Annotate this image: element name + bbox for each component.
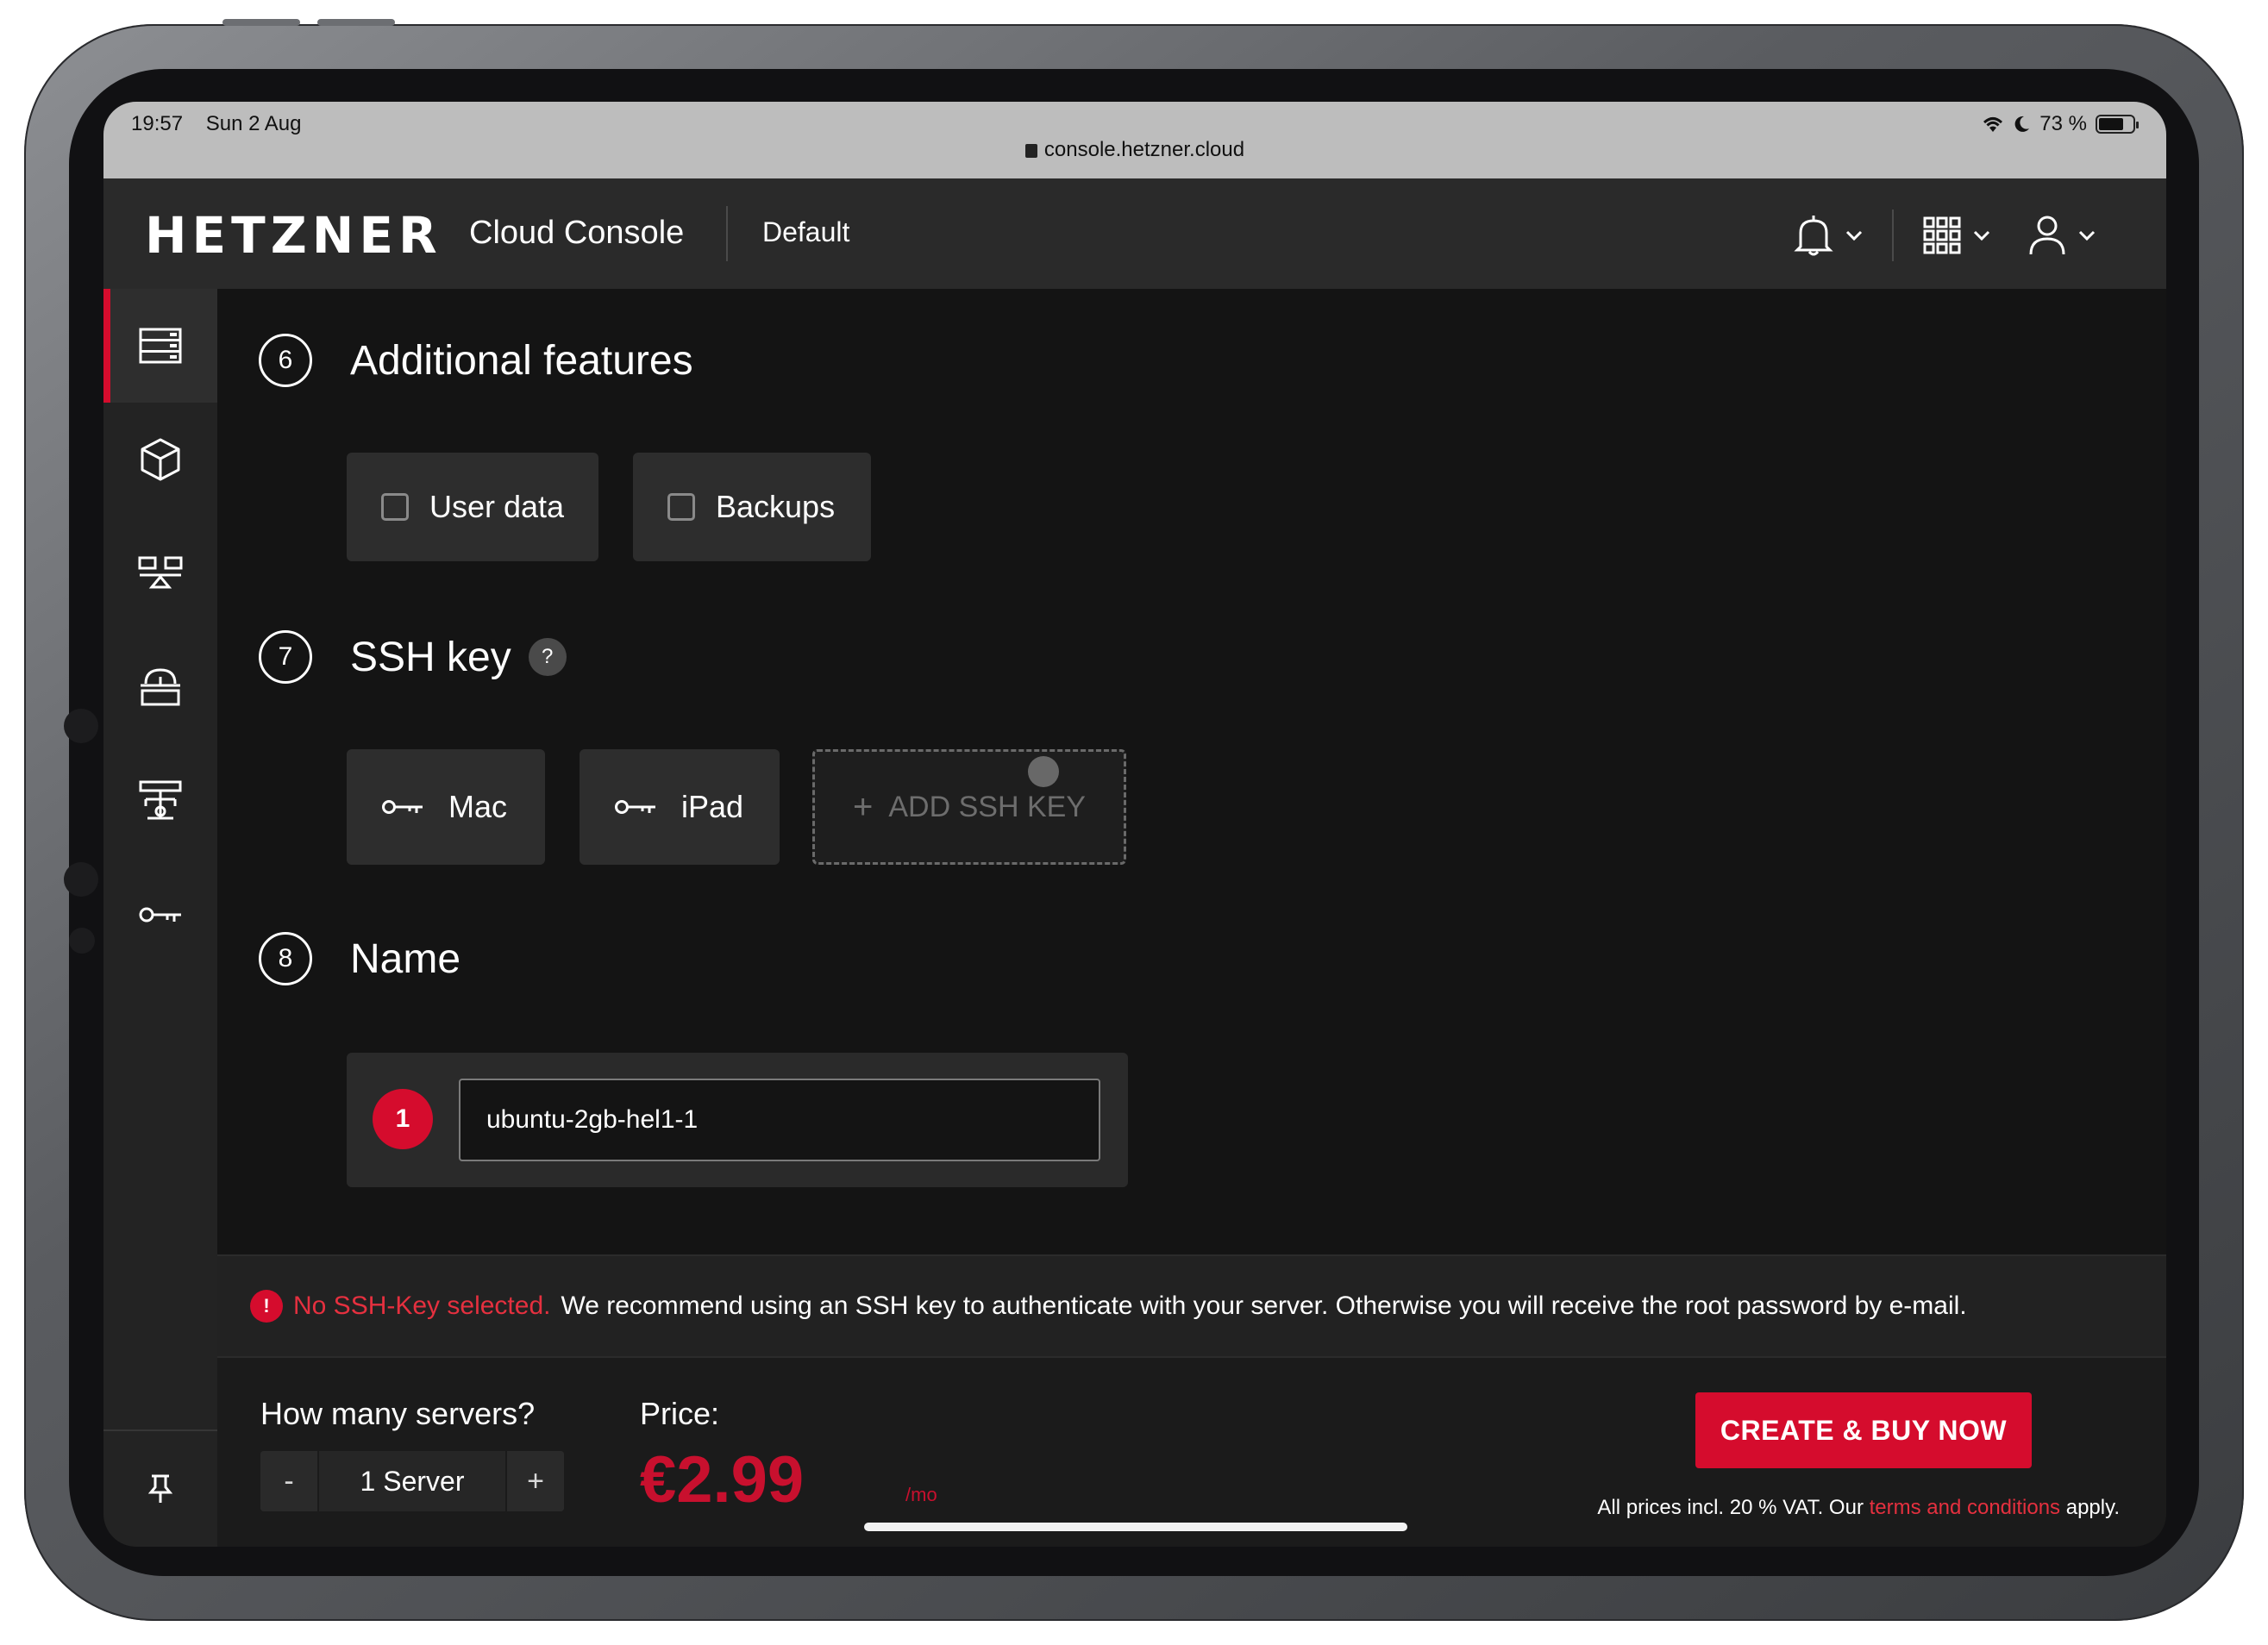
network-icon: [139, 780, 182, 820]
volume-button-top: [222, 19, 300, 26]
apps-menu-button[interactable]: [1904, 211, 2009, 260]
chevron-down-icon: [2078, 230, 2096, 241]
header-actions: [1775, 210, 2115, 261]
ssh-key-mac[interactable]: Mac: [347, 749, 545, 865]
floating-ip-icon: [141, 668, 180, 706]
moon-icon: [2014, 116, 2030, 132]
section-additional-features-title: 6 Additional features: [259, 334, 693, 387]
increment-button[interactable]: +: [507, 1451, 564, 1511]
grid-apps-icon: [1923, 216, 1961, 254]
step-number: 7: [259, 630, 312, 684]
app-title: Cloud Console: [469, 215, 685, 251]
chevron-down-icon: [1973, 230, 1990, 241]
help-icon[interactable]: ?: [528, 638, 567, 676]
ssh-key-label: Mac: [448, 789, 508, 824]
add-ssh-key-button[interactable]: + ADD SSH KEY: [812, 749, 1126, 865]
header-divider: [726, 206, 728, 261]
clock: 19:57 Sun 2 Aug: [131, 112, 302, 136]
lock-icon: [1024, 144, 1037, 158]
battery-icon: [2096, 115, 2139, 134]
sidebar-item-load-balancers[interactable]: [103, 516, 217, 630]
chevron-down-icon: [1845, 230, 1863, 241]
server-index-badge: 1: [373, 1089, 433, 1149]
sidebar: [103, 289, 217, 1547]
status-icons: 73 %: [1981, 112, 2139, 136]
screen: 19:57 Sun 2 Aug console.hetzner.cloud 73…: [103, 102, 2166, 1547]
terms-link[interactable]: terms and conditions: [1870, 1496, 2060, 1519]
create-buy-now-button[interactable]: CREATE & BUY NOW: [1695, 1392, 2032, 1468]
backups-option[interactable]: Backups: [633, 453, 871, 561]
create-server-form: 6 Additional features User data Backups …: [217, 289, 2166, 1254]
key-icon: [615, 800, 655, 814]
section-title: Name: [350, 935, 461, 982]
order-footer: How many servers? - 1 Server + Price: €2…: [217, 1358, 2166, 1547]
plus-icon: +: [853, 787, 874, 826]
hetzner-logo[interactable]: HETZNER: [145, 206, 442, 265]
add-ssh-key-label: ADD SSH KEY: [888, 790, 1086, 823]
header-separator: [1892, 210, 1894, 261]
touch-indicator: [1028, 756, 1059, 787]
servers-count-label: How many servers?: [260, 1396, 536, 1431]
server-quantity-stepper: - 1 Server +: [260, 1451, 564, 1511]
wifi-icon: [1983, 117, 2003, 132]
warning-title: No SSH-Key selected.: [293, 1292, 551, 1320]
warning-text: We recommend using an SSH key to authent…: [561, 1292, 1967, 1320]
decrement-button[interactable]: -: [260, 1451, 317, 1511]
section-ssh-key-title: 7 SSH key ?: [259, 630, 567, 684]
address-bar[interactable]: console.hetzner.cloud: [103, 138, 2166, 162]
vat-suffix: apply.: [2065, 1496, 2120, 1519]
time: 19:57: [131, 112, 184, 135]
server-name-input[interactable]: ubuntu-2gb-hel1-1: [459, 1079, 1100, 1161]
server-icon: [139, 328, 182, 364]
price-period: /mo: [905, 1484, 937, 1505]
sidebar-item-servers[interactable]: [103, 289, 217, 403]
home-indicator[interactable]: [864, 1523, 1407, 1531]
section-name-title: 8 Name: [259, 932, 460, 985]
user-data-checkbox[interactable]: [381, 493, 409, 521]
account-menu-button[interactable]: [2009, 211, 2115, 260]
url-text: console.hetzner.cloud: [1043, 138, 1245, 161]
warning-icon: !: [250, 1290, 283, 1323]
server-count-value: 1 Server: [317, 1451, 507, 1511]
volume-button-top-2: [317, 19, 395, 26]
ssh-key-ipad[interactable]: iPad: [580, 749, 780, 865]
sensor: [64, 862, 98, 897]
battery-fill: [2099, 118, 2123, 130]
section-title: Additional features: [350, 337, 693, 384]
ssh-key-icon: [139, 907, 181, 923]
user-icon: [2029, 216, 2065, 255]
sensor-2: [69, 928, 95, 954]
sidebar-item-networks[interactable]: [103, 744, 217, 858]
project-selector[interactable]: Default: [762, 216, 849, 248]
sidebar-item-floating-ips[interactable]: [103, 630, 217, 744]
status-bar: 19:57 Sun 2 Aug console.hetzner.cloud 73…: [103, 102, 2166, 178]
option-label: Backups: [716, 489, 836, 524]
backups-checkbox[interactable]: [667, 493, 695, 521]
step-number: 8: [259, 932, 312, 985]
ssh-warning-bar: ! No SSH-Key selected. We recommend usin…: [217, 1254, 2166, 1358]
sidebar-item-ssh-keys[interactable]: [103, 858, 217, 972]
bell-icon: [1794, 216, 1833, 256]
battery-percent: 73 %: [2039, 112, 2087, 135]
price-label: Price:: [640, 1396, 720, 1431]
sidebar-item-volumes[interactable]: [103, 403, 217, 516]
date: Sun 2 Aug: [205, 112, 302, 135]
pin-icon: [148, 1474, 172, 1503]
key-icon: [382, 800, 423, 814]
pin-sidebar-button[interactable]: [103, 1429, 217, 1547]
step-number: 6: [259, 334, 312, 387]
vat-notice: All prices incl. 20 % VAT. Our terms and…: [1597, 1496, 2120, 1520]
load-balancer-icon: [138, 556, 183, 589]
camera: [64, 709, 98, 743]
ssh-key-label: iPad: [681, 789, 744, 824]
volume-cube-icon: [141, 438, 180, 481]
vat-prefix: All prices incl. 20 % VAT. Our: [1597, 1496, 1864, 1519]
option-label: User data: [429, 489, 565, 524]
price-value: €2.99: [640, 1443, 805, 1517]
notifications-button[interactable]: [1775, 211, 1882, 260]
user-data-option[interactable]: User data: [347, 453, 598, 561]
app-header: HETZNER Cloud Console Default: [103, 178, 2166, 289]
server-name-row: 1 ubuntu-2gb-hel1-1: [347, 1053, 1128, 1187]
section-title: SSH key: [350, 634, 511, 680]
